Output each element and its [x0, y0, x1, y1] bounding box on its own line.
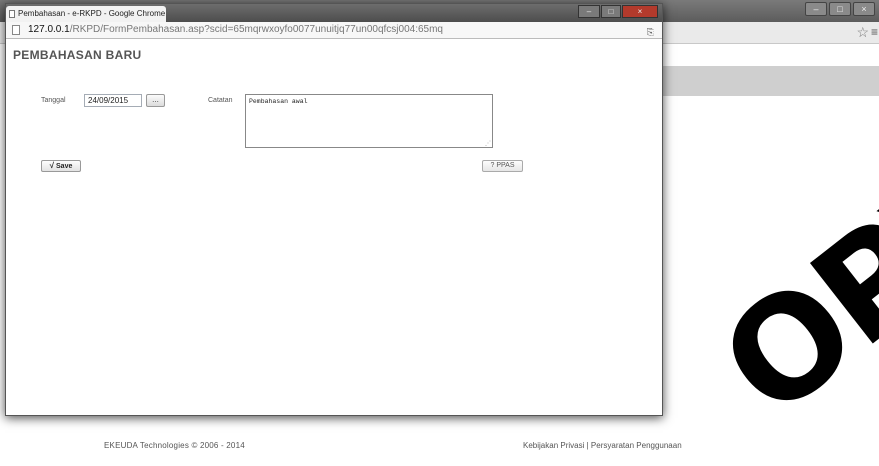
popup-close-button[interactable]: × — [622, 5, 658, 18]
footer-separator: | — [586, 441, 589, 450]
ppas-button[interactable]: ? PPAS — [482, 160, 523, 172]
catatan-label: Catatan — [208, 97, 233, 104]
bg-maximize-button[interactable]: □ — [829, 2, 851, 16]
menu-icon[interactable]: ≡ — [871, 25, 878, 39]
popup-tab-title: Pembahasan - e-RKPD - Google Chrome — [18, 9, 166, 18]
background-header-band — [660, 66, 879, 96]
save-button[interactable]: √ Save — [41, 160, 81, 172]
check-icon: √ — [49, 161, 55, 170]
url-host: 127.0.0.1 — [28, 24, 70, 35]
page-icon — [12, 25, 20, 35]
catatan-textarea[interactable]: Pembahasan awal — [245, 94, 493, 148]
popup-titlebar: Pembahasan - e-RKPD - Google Chrome – □ … — [6, 4, 662, 22]
watermark: OPY — [692, 129, 879, 449]
privacy-link[interactable]: Kebijakan Privasi — [523, 441, 584, 450]
translate-icon[interactable]: ⎘ — [647, 24, 654, 40]
bg-minimize-button[interactable]: – — [805, 2, 827, 16]
tanggal-label: Tanggal — [41, 97, 66, 104]
page-icon — [9, 10, 15, 18]
save-button-label: Save — [56, 163, 73, 170]
footer-links: Kebijakan Privasi | Persyaratan Pengguna… — [523, 441, 682, 450]
datepicker-button[interactable]: ... — [146, 94, 165, 107]
background-window-controls: – □ × — [805, 2, 875, 16]
resize-grip-icon[interactable]: ⋰ — [485, 141, 492, 147]
popup-url-bar[interactable]: 127.0.0.1/RKPD/FormPembahasan.asp?scid=6… — [6, 22, 662, 39]
terms-link[interactable]: Persyaratan Penggunaan — [591, 441, 682, 450]
popup-minimize-button[interactable]: – — [578, 5, 600, 18]
bg-close-button[interactable]: × — [853, 2, 875, 16]
tanggal-input[interactable]: 24/09/2015 — [84, 94, 142, 107]
url-path: /RKPD/FormPembahasan.asp?scid=65mqrwxoyf… — [69, 24, 443, 35]
footer-copyright: EKEUDA Technologies © 2006 - 2014 — [104, 441, 245, 450]
popup-window-controls: – □ × — [578, 5, 658, 18]
popup-maximize-button[interactable]: □ — [601, 5, 621, 18]
popup-window: Pembahasan - e-RKPD - Google Chrome – □ … — [5, 3, 663, 416]
page-title: PEMBAHASAN BARU — [13, 48, 142, 62]
star-icon[interactable]: ☆ — [856, 24, 869, 41]
popup-tab[interactable]: Pembahasan - e-RKPD - Google Chrome — [6, 6, 166, 22]
